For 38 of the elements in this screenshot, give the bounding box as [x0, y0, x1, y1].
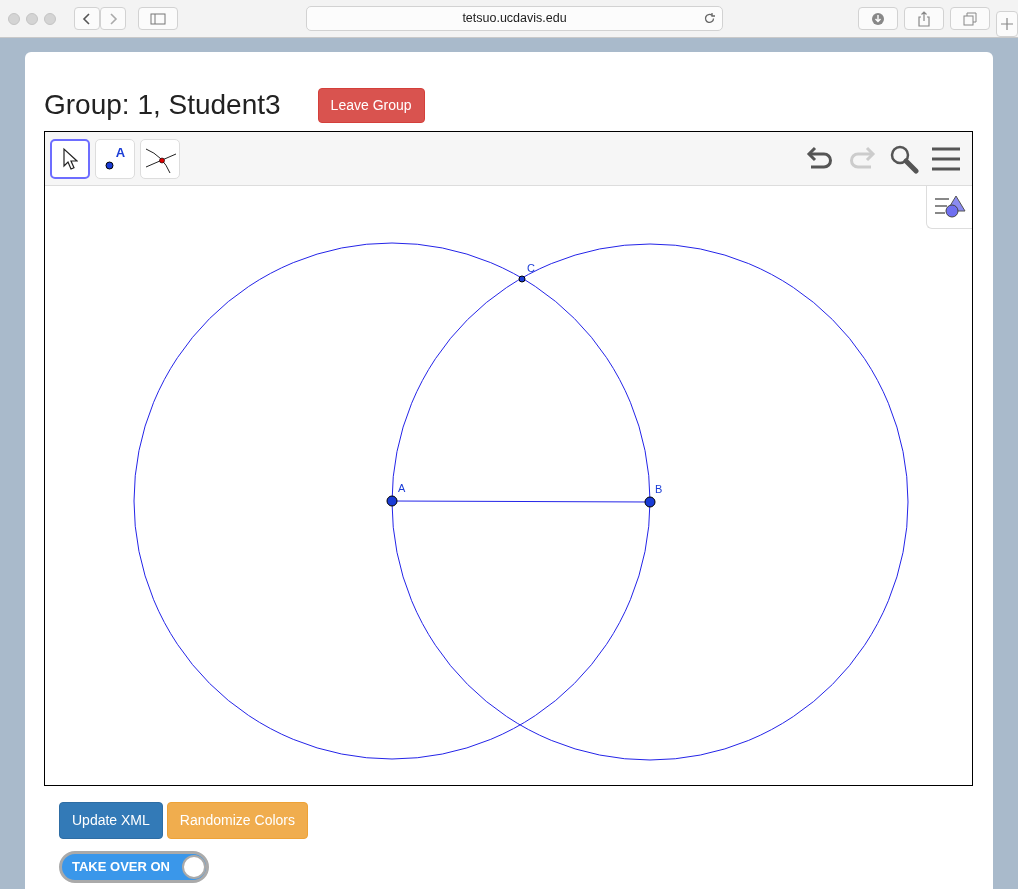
forward-icon — [108, 11, 118, 26]
sidebar-icon — [150, 12, 166, 25]
plus-icon — [1001, 18, 1013, 30]
point-tool-button[interactable]: A — [95, 138, 135, 179]
back-button[interactable] — [74, 7, 100, 30]
point[interactable] — [518, 275, 526, 283]
undo-icon — [805, 145, 835, 172]
share-icon — [917, 10, 931, 27]
update-xml-button[interactable]: Update XML — [59, 802, 163, 839]
back-icon — [82, 11, 92, 26]
redo-icon — [847, 145, 877, 172]
tabs-icon — [963, 11, 977, 26]
move-tool-button[interactable] — [50, 138, 90, 179]
point[interactable] — [386, 495, 398, 507]
download-icon — [871, 11, 885, 26]
address-bar[interactable]: tetsuo.ucdavis.edu — [306, 6, 723, 31]
leave-group-button[interactable]: Leave Group — [317, 87, 425, 123]
point-icon — [104, 161, 114, 170]
algebra-view-button[interactable] — [926, 186, 972, 229]
point-label: B — [655, 483, 663, 495]
search-icon — [889, 143, 919, 174]
point-label: A — [398, 482, 406, 494]
share-button[interactable] — [904, 7, 944, 30]
point-label: C — [527, 262, 535, 274]
page-title: Group: 1, Student3 — [44, 88, 281, 122]
new-tab-button[interactable] — [996, 11, 1018, 37]
sidebar-button[interactable] — [138, 7, 178, 30]
address-text: tetsuo.ucdavis.edu — [462, 10, 567, 28]
download-button[interactable] — [858, 7, 898, 30]
algebra-view-icon — [933, 195, 966, 219]
tabs-button[interactable] — [950, 7, 990, 30]
menu-icon — [931, 145, 961, 172]
intersect-tool-button[interactable] — [140, 138, 180, 179]
take-over-toggle[interactable]: TAKE OVER ON — [59, 851, 209, 883]
tool-label: A — [115, 143, 126, 162]
pointer-icon — [62, 146, 78, 171]
reload-icon[interactable] — [703, 12, 716, 25]
point[interactable] — [644, 496, 656, 508]
